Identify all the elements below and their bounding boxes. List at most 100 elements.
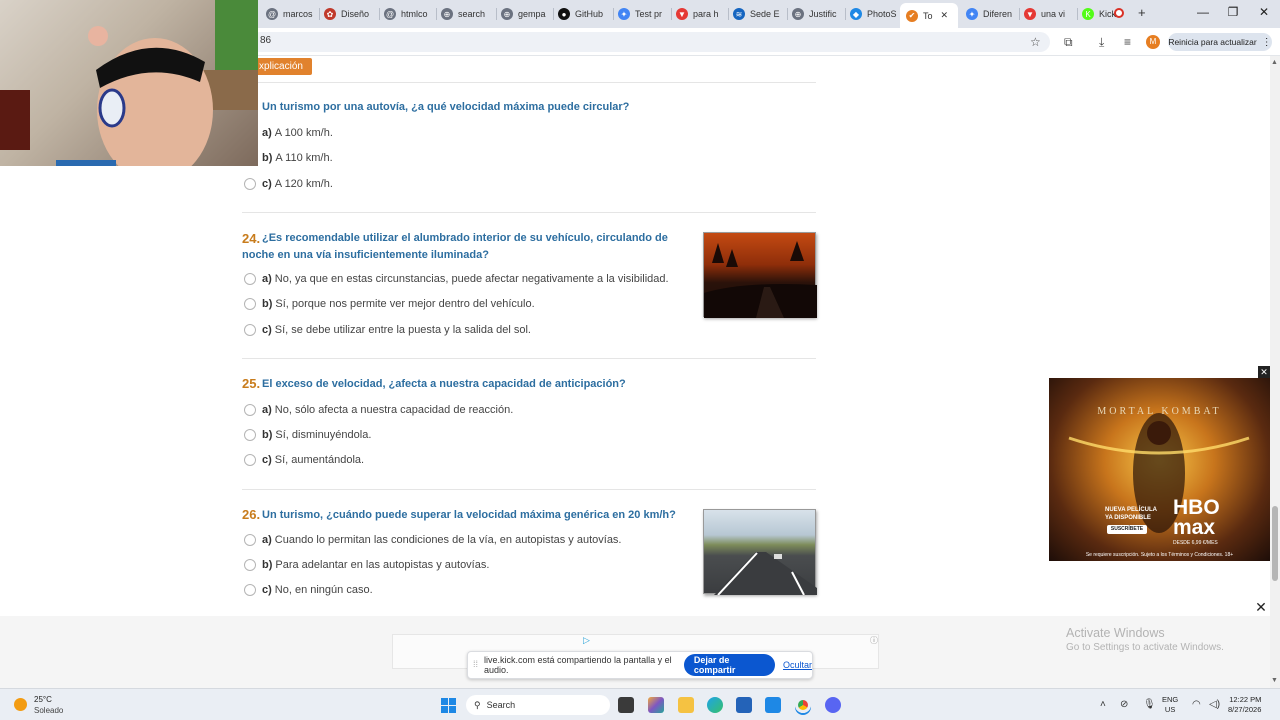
radio-button[interactable]: [244, 178, 256, 190]
start-icon[interactable]: [441, 698, 456, 713]
option-text: Sí, porque nos permite ver mejor dentro …: [275, 298, 535, 310]
option-letter: a): [262, 273, 272, 285]
answer-option[interactable]: c) Sí, se debe utilizar entre la puesta …: [244, 324, 531, 336]
address-bar[interactable]: [250, 32, 1050, 52]
browser-tab[interactable]: ≋ Sede E: [733, 4, 785, 24]
answer-option[interactable]: b) Sí, disminuyéndola.: [244, 429, 371, 441]
answer-option[interactable]: a) No, sólo afecta a nuestra capacidad d…: [244, 404, 513, 416]
language-indicator[interactable]: ENG US: [1162, 695, 1178, 715]
browser-tab[interactable]: ✿ Diseño: [324, 4, 376, 24]
answer-option[interactable]: c) Sí, aumentándola.: [244, 454, 364, 466]
media-control-icon[interactable]: ≡: [1124, 35, 1131, 49]
browser-tab[interactable]: ✦ Diferen: [966, 4, 1018, 24]
chrome-icon[interactable]: [795, 697, 811, 713]
answer-option[interactable]: a) No, ya que en estas circunstancias, p…: [244, 273, 669, 285]
radio-button[interactable]: [244, 454, 256, 466]
answer-option[interactable]: c) No, en ningún caso.: [244, 584, 373, 596]
browser-tab[interactable]: ● GitHub: [558, 4, 610, 24]
radio-button[interactable]: [244, 429, 256, 441]
more-menu-icon: ⋮: [1261, 36, 1272, 48]
weather-description[interactable]: Soleado: [34, 706, 63, 715]
hbo-max-ad[interactable]: MORTAL KOMBAT NUEVA PELÍCULA YA DISPONIB…: [1049, 378, 1270, 561]
edge-icon[interactable]: [707, 697, 723, 713]
browser-tab[interactable]: ⊕ gempa: [501, 4, 549, 24]
radio-button[interactable]: [244, 404, 256, 416]
taskbar-search[interactable]: ⚲ Search: [466, 695, 610, 715]
bookmark-star-icon[interactable]: ☆: [1030, 35, 1041, 49]
tray-overflow-icon[interactable]: ˄: [1100, 699, 1106, 710]
mail-icon[interactable]: [765, 697, 781, 713]
close-tab-icon[interactable]: ✕: [941, 10, 949, 21]
ad-film-line-1: NUEVA PELÍCULA: [1105, 507, 1158, 513]
browser-tab[interactable]: ✦ Test pr: [618, 4, 668, 24]
profile-avatar[interactable]: M: [1146, 35, 1160, 49]
browser-tab[interactable]: ▼ una vi: [1024, 4, 1074, 24]
tab-favicon-icon: ✦: [618, 8, 630, 20]
hide-share-bar-link[interactable]: Ocultar: [783, 660, 812, 670]
language-code: ENG: [1162, 695, 1179, 704]
wifi-icon[interactable]: ◠: [1192, 699, 1201, 710]
answer-option[interactable]: b) Sí, porque nos permite ver mejor dent…: [244, 298, 535, 310]
ad-subscribe-button[interactable]: SUSCRÍBETE: [1107, 525, 1147, 534]
option-letter: a): [262, 127, 272, 139]
minimize-icon[interactable]: —: [1188, 5, 1218, 19]
close-window-icon[interactable]: ✕: [1249, 5, 1279, 19]
update-button[interactable]: Reinicia para actualizar ⋮: [1168, 33, 1272, 51]
answer-option[interactable]: b) Para adelantar en las autopistas y au…: [244, 559, 489, 571]
drag-handle-icon[interactable]: ⁞⁞: [473, 659, 478, 669]
stop-sharing-button[interactable]: Dejar de compartir: [683, 654, 775, 676]
radio-button[interactable]: [244, 324, 256, 336]
folder-icon[interactable]: [678, 697, 694, 713]
volume-icon[interactable]: ◁): [1209, 699, 1220, 710]
extensions-icon[interactable]: ⧉: [1064, 35, 1073, 50]
ad-close-icon[interactable]: ✕: [1258, 366, 1270, 378]
browser-tab[interactable]: @ marcos: [266, 4, 316, 24]
tab-favicon-icon: K: [1082, 8, 1094, 20]
radio-button[interactable]: [244, 559, 256, 571]
restore-icon[interactable]: ❐: [1218, 5, 1248, 19]
bottom-ad-close-icon[interactable]: ✕: [1253, 599, 1269, 616]
system-clock[interactable]: 12:22 PM 8/27/2026: [1228, 695, 1261, 715]
new-tab-icon[interactable]: +: [1138, 5, 1146, 20]
microphone-icon[interactable]: 🎙: [1143, 699, 1156, 710]
weather-temperature[interactable]: 25°C: [34, 695, 52, 704]
radio-button[interactable]: [244, 273, 256, 285]
network-off-icon[interactable]: ⊘: [1120, 699, 1128, 710]
highway-illustration: [714, 552, 817, 596]
answer-option[interactable]: a) Cuando lo permitan las condiciones de…: [244, 534, 622, 546]
webcam-overlay: [0, 0, 258, 166]
ad-choices-icon[interactable]: ▷: [583, 635, 590, 646]
scroll-down-icon[interactable]: ▼: [1271, 677, 1278, 684]
browser-tab[interactable]: ▼ para h: [676, 4, 726, 24]
browser-tab[interactable]: ◆ PhotoS: [850, 4, 900, 24]
copilot-icon[interactable]: [648, 697, 664, 713]
browser-tab[interactable]: ⊕ Justific: [792, 4, 842, 24]
discord-icon[interactable]: [825, 697, 841, 713]
region-code: US: [1164, 705, 1176, 714]
file-manager-icon[interactable]: [618, 697, 634, 713]
clock-date: 8/27/2026: [1228, 705, 1262, 714]
radio-button[interactable]: [244, 298, 256, 310]
store-icon[interactable]: [736, 697, 752, 713]
browser-tab[interactable]: ✔ To ✕: [900, 3, 958, 28]
scroll-thumb[interactable]: [1272, 506, 1278, 581]
option-letter: c): [262, 454, 272, 466]
tab-favicon-icon: ▼: [676, 8, 688, 20]
option-text: Cuando lo permitan las condiciones de la…: [274, 534, 622, 546]
browser-tab[interactable]: ⊕ search: [441, 4, 493, 24]
page-scrollbar[interactable]: ▲ ▼: [1270, 56, 1280, 688]
browser-tab[interactable]: @ htmlco: [384, 4, 432, 24]
explanation-button[interactable]: xplicación: [250, 58, 312, 75]
answer-option[interactable]: c) A 120 km/h.: [244, 178, 333, 190]
tab-separator: [319, 8, 320, 20]
tab-label: una vi: [1041, 9, 1066, 19]
scroll-up-icon[interactable]: ▲: [1271, 59, 1278, 66]
ad-info-icon[interactable]: ⓘ: [870, 635, 878, 646]
download-icon[interactable]: ⤓: [1099, 35, 1104, 50]
url-text[interactable]: 86: [260, 35, 271, 46]
tab-separator: [1019, 8, 1020, 20]
radio-button[interactable]: [244, 534, 256, 546]
question-text: Un turismo, ¿cuándo puede superar la vel…: [262, 509, 676, 521]
sun-icon[interactable]: [14, 698, 27, 711]
radio-button[interactable]: [244, 584, 256, 596]
